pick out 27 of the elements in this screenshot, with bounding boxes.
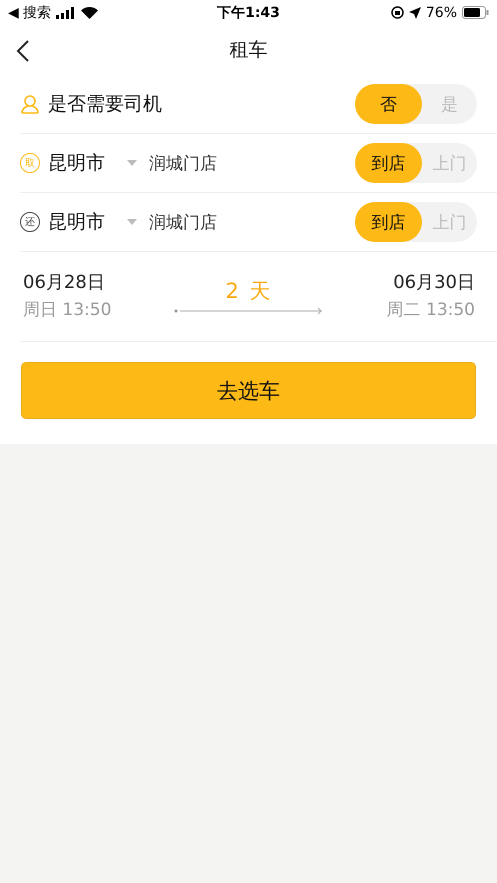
signal-icon [56,6,76,18]
driver-label: 是否需要司机 [48,92,163,117]
city-selector[interactable]: 昆明市 [48,209,105,235]
store-selector[interactable]: 润城门店 [149,210,355,234]
dropdown-caret-icon [127,219,137,225]
store-selector[interactable]: 润城门店 [149,152,355,174]
location-badge: 还 [20,212,40,232]
rental-duration: 2 天 [225,278,273,304]
city-selector[interactable]: 昆明市 [48,150,105,176]
page-title: 租车 [230,38,268,63]
status-time: 下午1:43 [217,4,280,22]
toggle-option[interactable]: 否 [355,84,422,124]
rotation-lock-icon [390,6,404,19]
location-arrow-icon [408,6,421,18]
battery-percent: 76% [426,4,457,20]
choose-car-button[interactable]: 去选车 [21,362,476,419]
back-to-app-link[interactable]: ◀ 搜索 [8,4,52,22]
arrow-icon [174,306,324,314]
person-icon [20,94,40,114]
pickup-date-picker[interactable]: 06月28日 周日 13:50 [23,270,112,321]
toggle-option[interactable]: 到店 [355,202,422,242]
location-badge: 取 [20,153,40,173]
toggle-option[interactable]: 到店 [355,143,422,183]
return-date-picker[interactable]: 06月30日 周二 13:50 [386,270,475,321]
dropdown-caret-icon [127,160,137,166]
wifi-icon [81,6,98,19]
battery-icon [462,6,489,19]
